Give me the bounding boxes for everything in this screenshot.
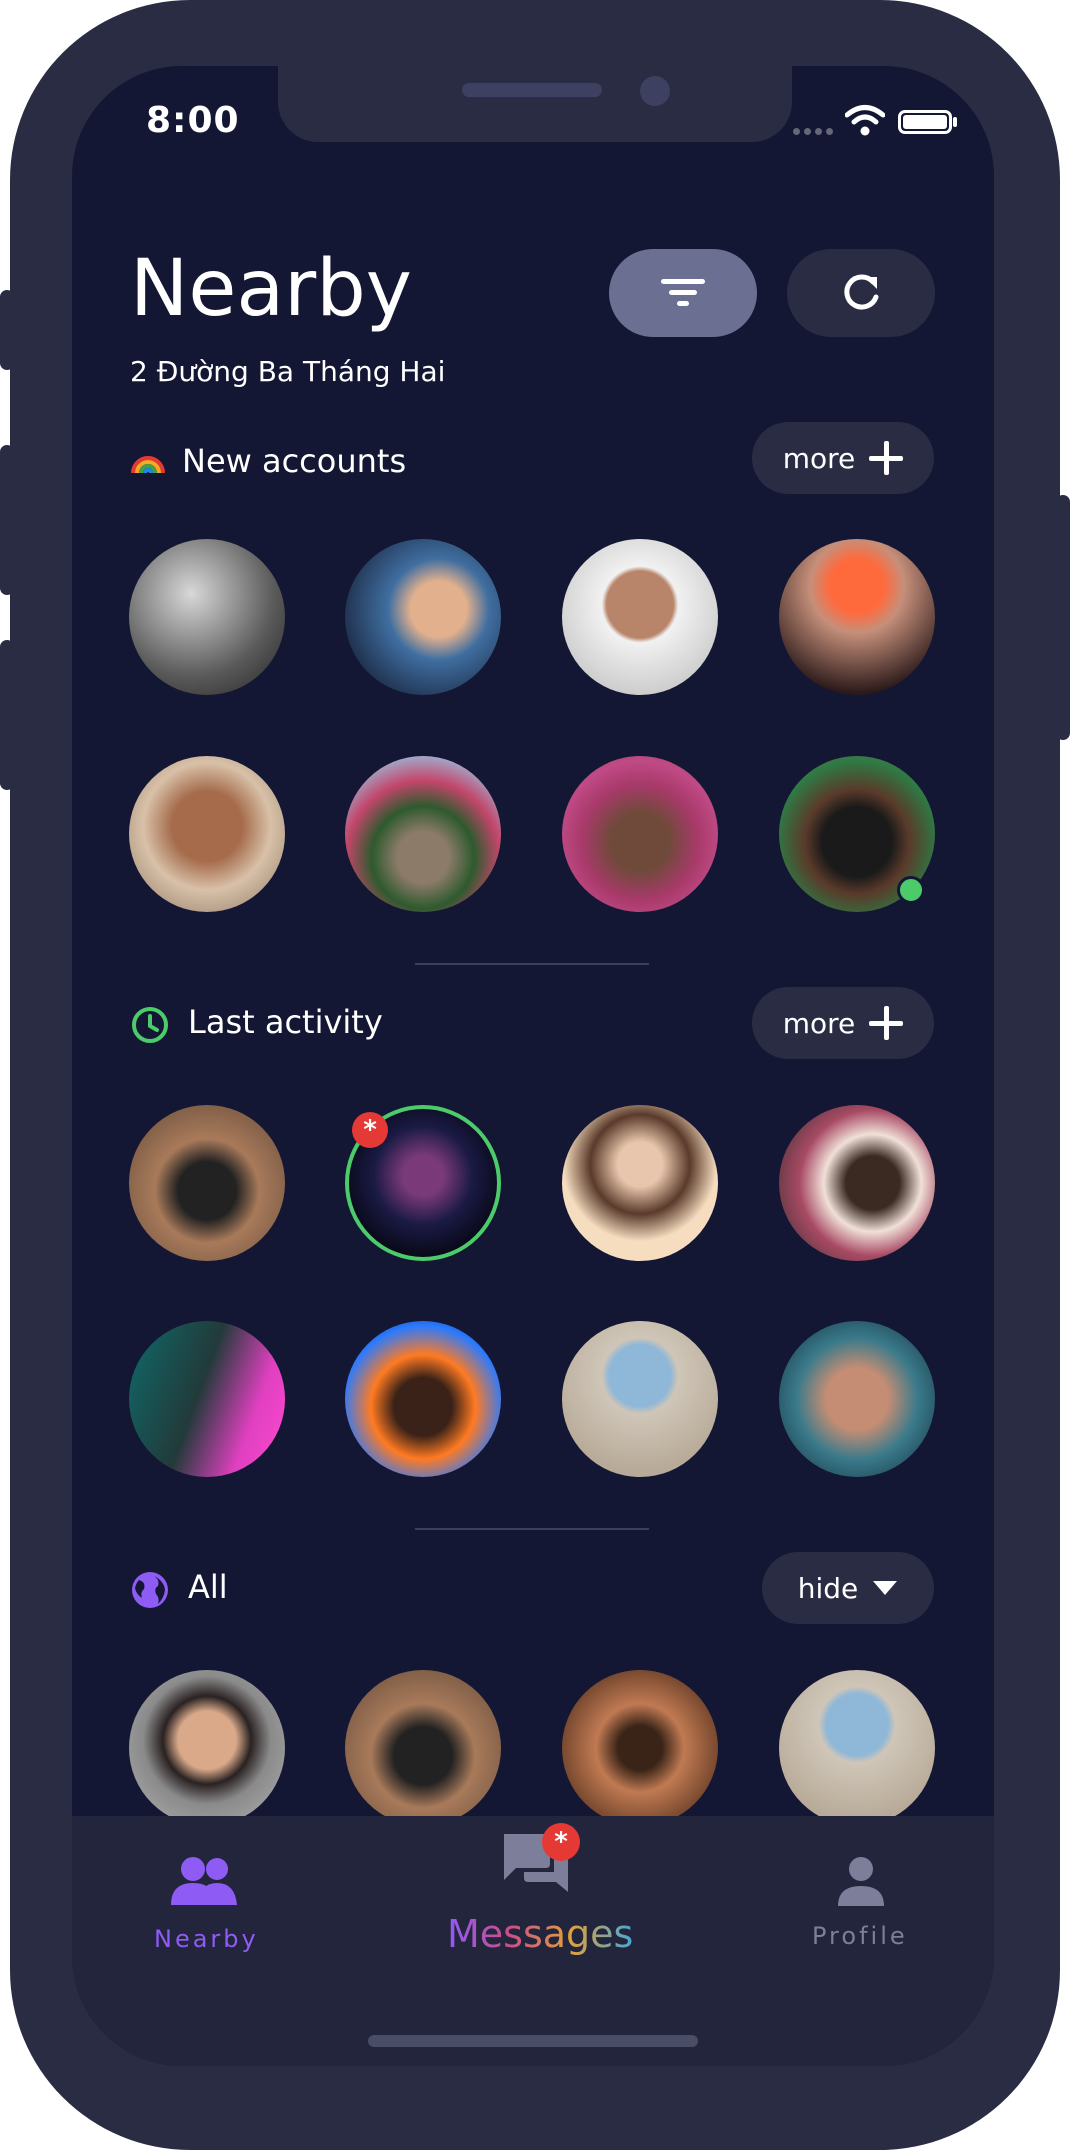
mute-switch	[0, 290, 14, 370]
speaker	[462, 83, 602, 97]
refresh-icon	[844, 274, 879, 310]
battery-level	[903, 115, 947, 129]
plus-icon	[869, 441, 904, 475]
avatar[interactable]	[562, 756, 718, 912]
avatar[interactable]	[562, 539, 718, 695]
filter-button[interactable]	[609, 249, 757, 337]
tab-profile[interactable]	[800, 1846, 930, 1966]
volume-down-button	[0, 640, 14, 790]
avatar[interactable]	[345, 1321, 501, 1477]
avatar[interactable]	[345, 1670, 501, 1826]
section-title-last-activity: Last activity	[188, 1003, 383, 1041]
avatar[interactable]	[345, 756, 501, 912]
avatar[interactable]	[129, 1321, 285, 1477]
caret-down-icon	[873, 1581, 898, 1595]
rainbow-icon	[131, 456, 165, 474]
battery-tip	[953, 117, 957, 127]
more-label: more	[782, 1006, 856, 1040]
avatar[interactable]	[779, 539, 935, 695]
section-divider	[415, 1528, 649, 1530]
location-address: 2 Đường Ba Tháng Hai	[130, 355, 446, 388]
avatar[interactable]	[129, 1105, 285, 1261]
plus-icon	[869, 1006, 904, 1040]
avatar[interactable]	[129, 539, 285, 695]
home-indicator	[368, 2035, 698, 2047]
avatar[interactable]	[779, 1105, 935, 1261]
volume-up-button	[0, 445, 14, 595]
avatar[interactable]	[779, 1321, 935, 1477]
page-title: Nearby	[130, 244, 412, 334]
last-activity-more-button[interactable]: more	[752, 987, 934, 1059]
online-indicator	[897, 876, 925, 904]
section-divider	[415, 963, 649, 965]
clock-icon	[132, 1007, 168, 1043]
new-accounts-more-button[interactable]: more	[752, 422, 934, 494]
hide-label: hide	[797, 1571, 859, 1605]
refresh-button[interactable]	[787, 249, 935, 337]
all-hide-button[interactable]: hide	[762, 1552, 934, 1624]
cellular-signal-icon	[793, 128, 833, 135]
power-button	[1056, 495, 1070, 740]
avatar[interactable]	[129, 756, 285, 912]
avatar[interactable]	[562, 1105, 718, 1261]
filter-icon	[661, 279, 705, 306]
tab-messages[interactable]	[440, 1826, 630, 1976]
avatar[interactable]	[129, 1670, 285, 1826]
status-time: 8:00	[146, 100, 240, 141]
more-label: more	[782, 441, 856, 475]
wifi-icon	[845, 105, 885, 136]
section-title-all: All	[188, 1568, 228, 1606]
section-title-new-accounts: New accounts	[182, 442, 407, 480]
tab-nearby[interactable]	[140, 1846, 270, 1966]
notch	[278, 66, 792, 142]
new-badge: *	[352, 1112, 388, 1148]
front-camera	[640, 76, 670, 106]
globe-icon	[132, 1572, 168, 1608]
avatar[interactable]	[345, 539, 501, 695]
avatar[interactable]	[779, 1670, 935, 1826]
avatar[interactable]	[562, 1670, 718, 1826]
avatar[interactable]	[562, 1321, 718, 1477]
